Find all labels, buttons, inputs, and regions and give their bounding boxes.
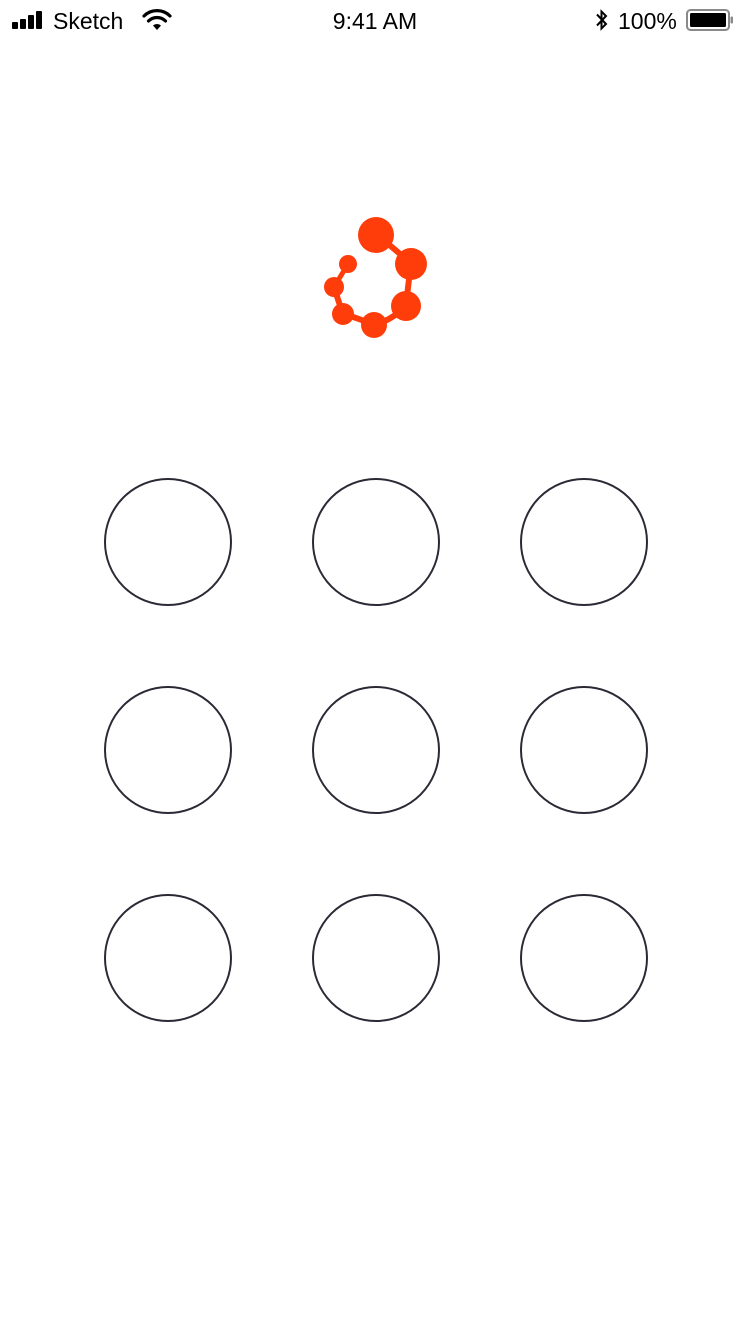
pattern-dot-7[interactable]	[104, 894, 232, 1022]
bluetooth-icon	[596, 9, 608, 31]
pattern-dot-9[interactable]	[520, 894, 648, 1022]
pattern-lock-grid	[104, 478, 648, 1022]
pattern-dot-3[interactable]	[520, 478, 648, 606]
pattern-dot-6[interactable]	[520, 686, 648, 814]
pattern-dot-8[interactable]	[312, 894, 440, 1022]
molecule-ring-logo-icon	[324, 217, 427, 338]
pattern-dot-4[interactable]	[104, 686, 232, 814]
battery-icon	[686, 9, 733, 31]
pattern-dot-5[interactable]	[312, 686, 440, 814]
status-bar: Sketch 9:41 AM 100%	[0, 0, 750, 40]
pattern-dot-1[interactable]	[104, 478, 232, 606]
battery-percentage: 100%	[618, 8, 677, 34]
pattern-dot-2[interactable]	[312, 478, 440, 606]
